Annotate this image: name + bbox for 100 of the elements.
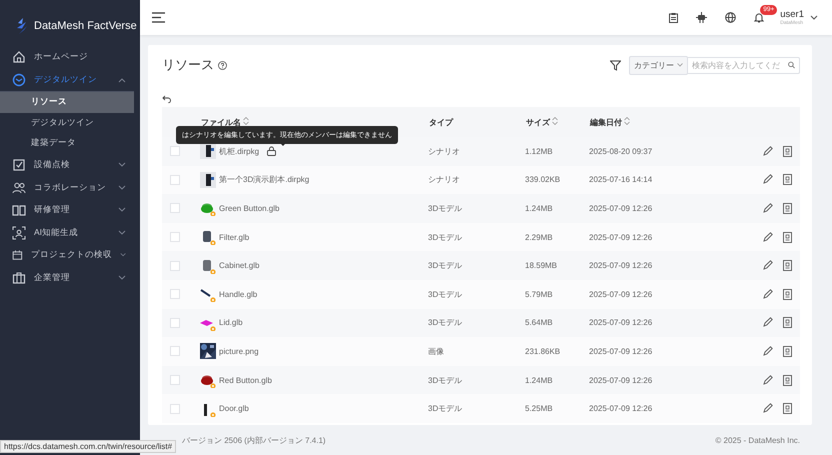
- tooltip-arrow-icon: [279, 142, 287, 146]
- pencil-icon: [763, 232, 773, 242]
- app-logo-icon: [16, 18, 28, 34]
- document-icon: [783, 174, 792, 186]
- sidebar-item[interactable]: ホームページ: [0, 46, 140, 69]
- table-cell: 3Dモデル: [428, 204, 462, 213]
- file-name[interactable]: Handle.glb: [219, 290, 258, 299]
- file-name[interactable]: Red Button.glb: [219, 376, 272, 385]
- file-name[interactable]: Door.glb: [219, 404, 249, 414]
- file-name[interactable]: picture.png: [219, 346, 259, 356]
- submenu-item[interactable]: 建築データ: [0, 133, 134, 154]
- sidebar-item[interactable]: AI知能生成: [0, 221, 140, 244]
- document-icon: [783, 232, 792, 243]
- document-icon: [783, 260, 792, 272]
- pencil-icon: [763, 260, 773, 270]
- app-name: DataMesh FactVerse: [34, 20, 137, 32]
- cube-icon: [12, 72, 26, 87]
- document-icon: [783, 403, 792, 414]
- table-cell: 3Dモデル: [428, 318, 462, 328]
- category-select[interactable]: カテゴリー: [629, 56, 688, 74]
- pencil-icon: [763, 374, 773, 385]
- file-name[interactable]: 机柜.dirpkg: [219, 146, 260, 157]
- table-cell: 18.59MB: [525, 261, 558, 270]
- table-cell: 2025-07-09 12:26: [589, 376, 652, 385]
- help-icon: [218, 60, 227, 70]
- table-cell: 2025-08-20 09:37: [589, 146, 652, 156]
- table-cell: 5.64MB: [525, 318, 553, 328]
- table-cell: 2025-07-09 12:26: [589, 346, 652, 356]
- row-checkbox[interactable]: [170, 232, 180, 242]
- table-cell: 1.24MB: [525, 204, 553, 213]
- calendar-icon: [12, 248, 23, 262]
- sidebar-item[interactable]: デジタルツイン: [0, 68, 140, 92]
- document-icon: [783, 288, 792, 300]
- sidebar-item[interactable]: 研修管理: [0, 198, 140, 222]
- document-icon: [783, 346, 792, 357]
- row-checkbox[interactable]: [170, 346, 180, 356]
- table-cell: 2025-07-09 12:26: [589, 261, 652, 270]
- pencil-icon: [763, 146, 773, 156]
- pencil-icon: [763, 202, 773, 213]
- home-icon: [12, 50, 26, 64]
- table-cell: 3Dモデル: [428, 376, 462, 385]
- row-checkbox[interactable]: [170, 203, 180, 214]
- file-name[interactable]: Lid.glb: [219, 318, 243, 328]
- search-icon: [788, 61, 795, 69]
- row-checkbox[interactable]: [170, 289, 180, 300]
- checklist-icon: [12, 158, 26, 172]
- table-cell: 339.02KB: [525, 175, 560, 184]
- status-url: https://dcs.datamesh.com.cn/twin/resource/list#: [0, 440, 176, 453]
- bell-icon: [754, 12, 764, 23]
- sidebar-item[interactable]: 設備点検: [0, 154, 140, 176]
- file-name[interactable]: Green Button.glb: [219, 204, 280, 213]
- submenu-item[interactable]: リソース: [0, 92, 134, 113]
- table-cell: 1.12MB: [525, 146, 553, 156]
- row-checkbox[interactable]: [170, 260, 180, 271]
- column-header[interactable]: 編集日付: [590, 118, 622, 126]
- pencil-icon: [763, 403, 773, 414]
- row-checkbox[interactable]: [170, 318, 180, 328]
- clipboard-icon: [669, 12, 678, 22]
- chevron-down-icon: [810, 14, 818, 20]
- table-cell: シナリオ: [428, 175, 460, 184]
- column-header[interactable]: ファイル名: [201, 118, 241, 126]
- scan-person-icon: [12, 226, 26, 240]
- sidebar-item[interactable]: プロジェクトの検収: [0, 244, 140, 267]
- page-title: リソース: [162, 56, 214, 74]
- filter-icon: [610, 60, 621, 70]
- table-cell: 231.86KB: [525, 346, 560, 356]
- document-icon: [783, 374, 792, 386]
- row-checkbox[interactable]: [170, 146, 180, 156]
- submenu-item[interactable]: デジタルツイン: [0, 112, 134, 134]
- table-cell: 2025-07-09 12:26: [589, 232, 652, 242]
- table-cell: 3Dモデル: [428, 261, 462, 270]
- table-cell: 2025-07-09 12:26: [589, 318, 652, 328]
- column-header: タイプ: [429, 118, 453, 126]
- undo-icon: [162, 95, 171, 103]
- file-name[interactable]: Filter.glb: [219, 232, 250, 242]
- globe-icon: [725, 12, 736, 23]
- table-cell: 画像: [428, 346, 444, 356]
- row-checkbox[interactable]: [170, 375, 180, 386]
- table-cell: 3Dモデル: [428, 290, 462, 299]
- table-cell: 5.25MB: [525, 404, 553, 414]
- people-icon: [12, 180, 26, 195]
- file-name[interactable]: 第一个3D演示剧本.dirpkg: [219, 174, 310, 186]
- row-checkbox[interactable]: [170, 404, 180, 414]
- document-icon: [783, 146, 792, 157]
- row-checkbox[interactable]: [170, 174, 180, 185]
- column-header[interactable]: サイズ: [526, 118, 550, 126]
- book-icon: [12, 203, 26, 218]
- search-field[interactable]: 検索内容を入力してくだ: [688, 56, 800, 74]
- user-name[interactable]: user1: [780, 9, 804, 20]
- file-name[interactable]: Cabinet.glb: [219, 261, 260, 270]
- table-cell: 5.79MB: [525, 290, 553, 299]
- pencil-icon: [763, 346, 773, 356]
- sidebar-item[interactable]: コラボレーション: [0, 176, 140, 199]
- table-cell: 2025-07-09 12:26: [589, 404, 652, 414]
- version-text: バージョン 2506 (内部バージョン 7.4.1): [182, 434, 326, 446]
- sidebar-item[interactable]: 企業管理: [0, 266, 140, 290]
- briefcase-icon: [12, 270, 26, 285]
- pencil-icon: [763, 317, 773, 328]
- pencil-icon: [763, 174, 773, 184]
- menu-icon: [152, 12, 165, 23]
